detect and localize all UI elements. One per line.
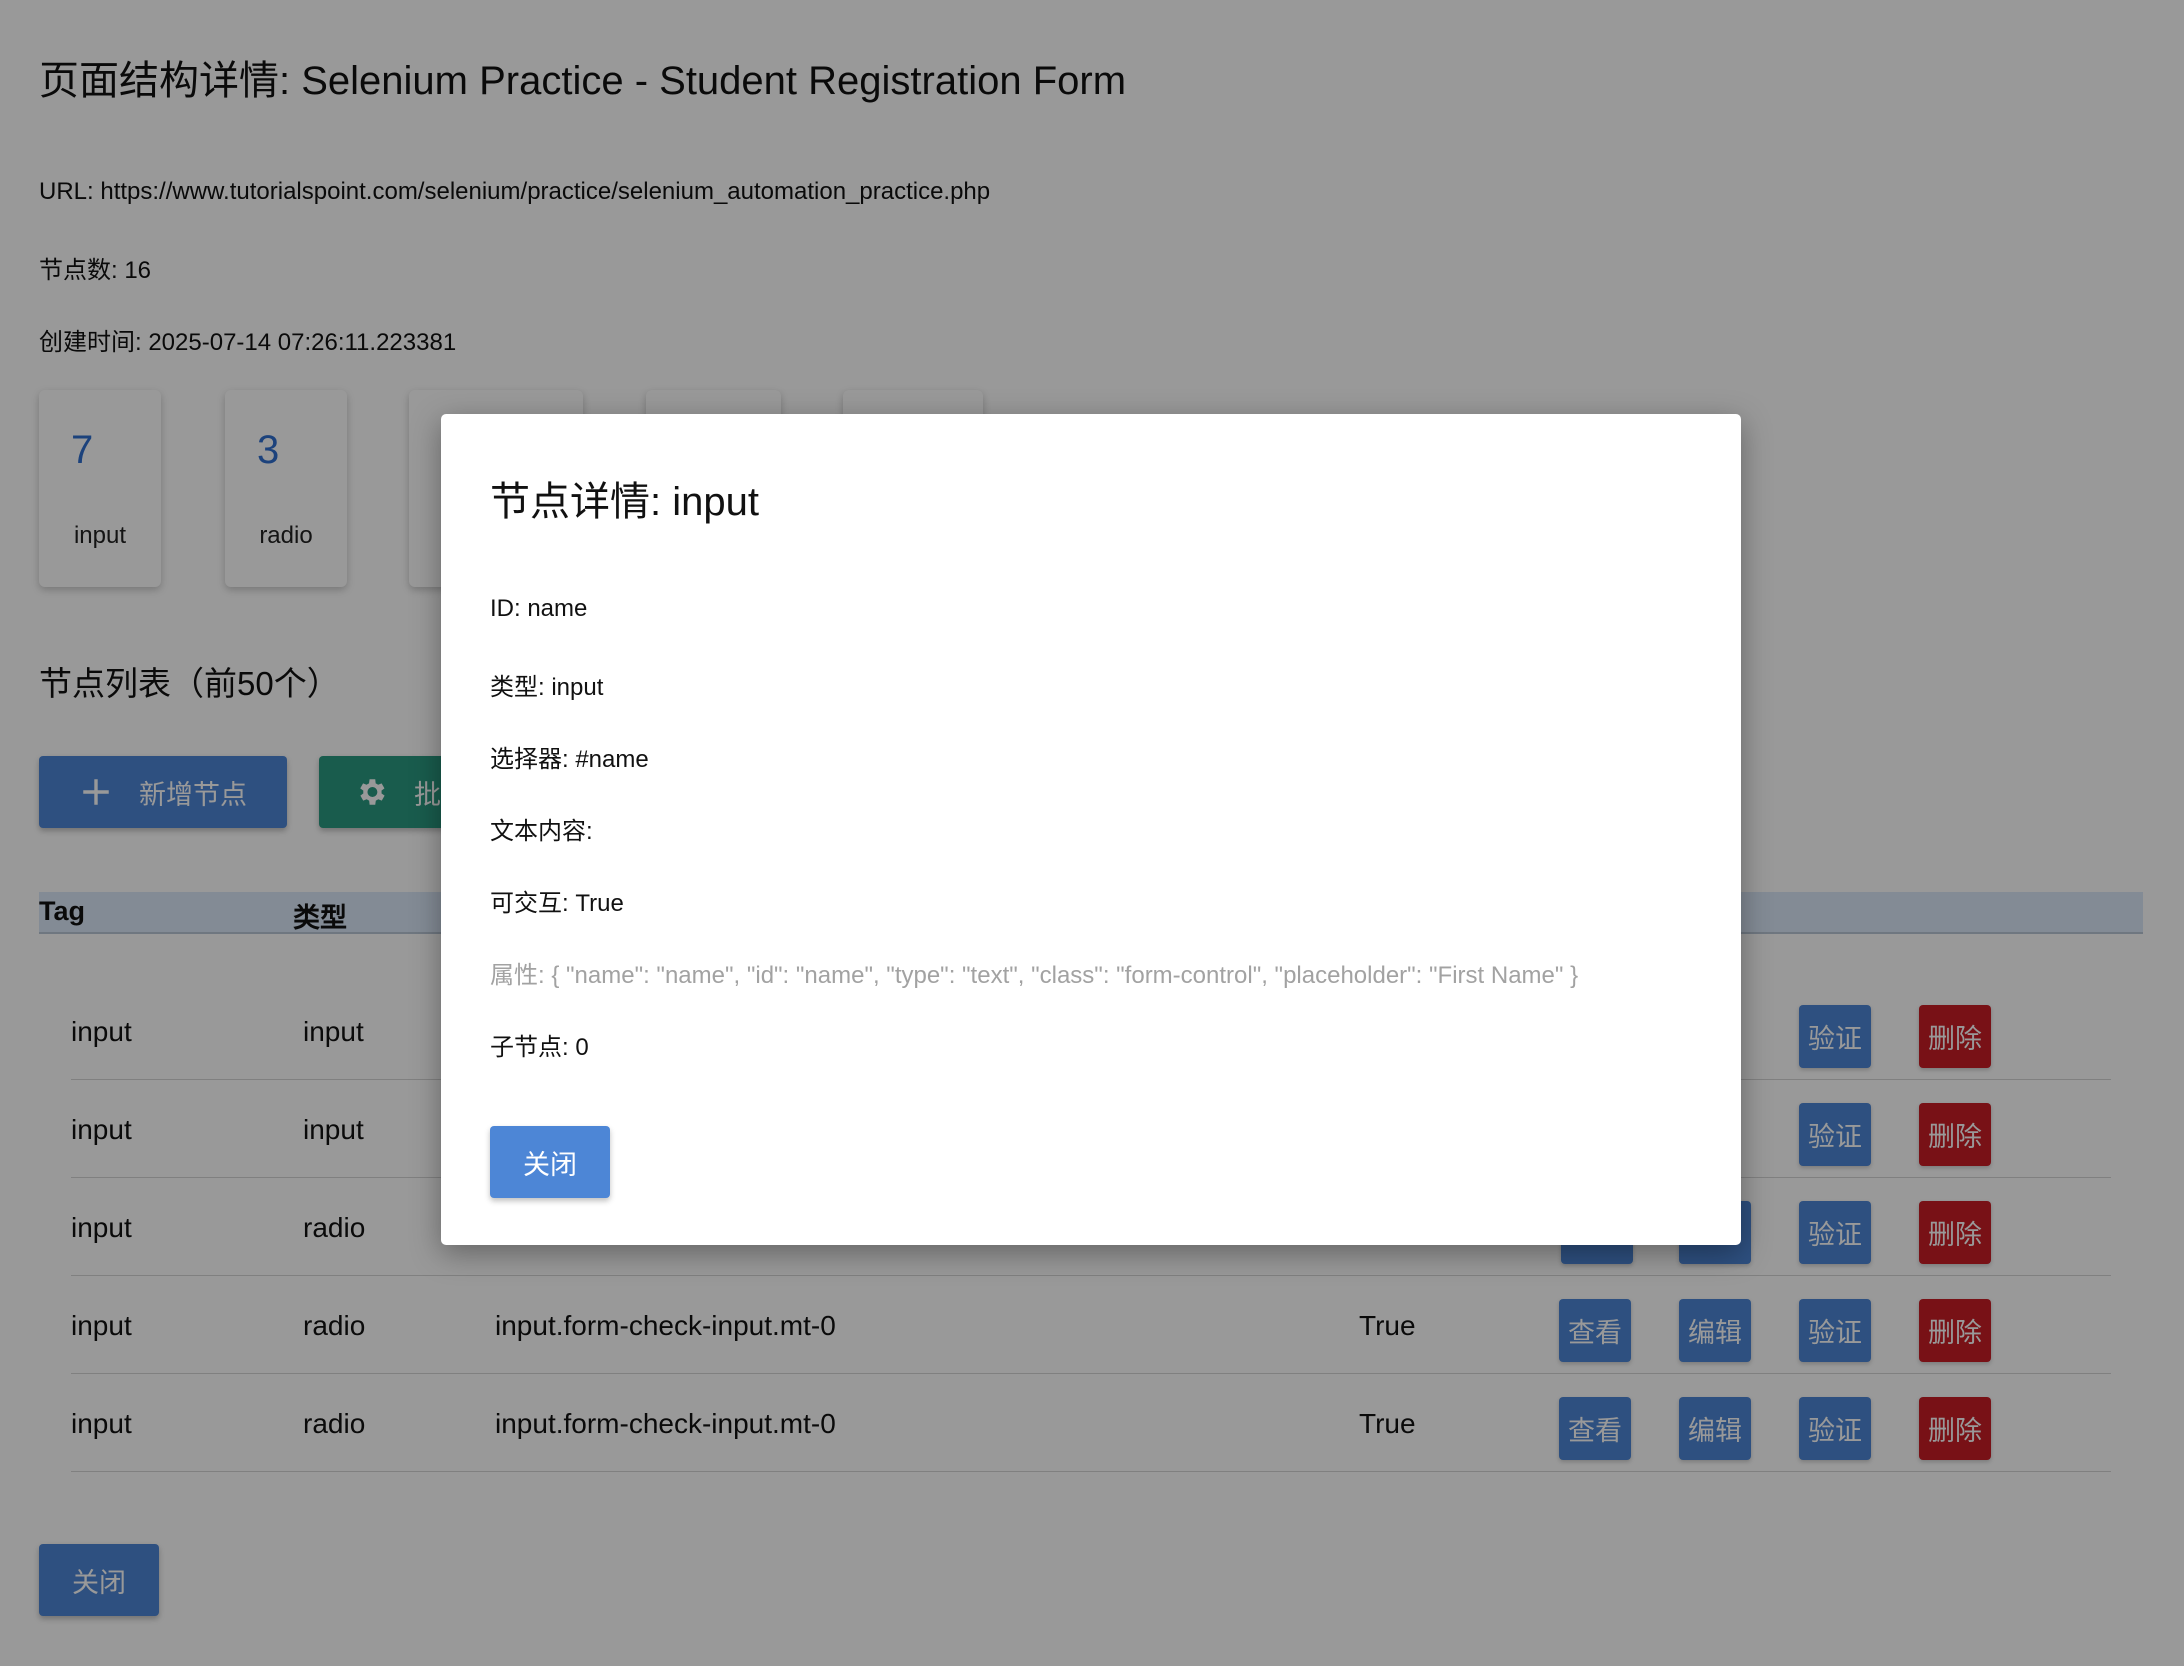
node-text: 文本内容: xyxy=(490,818,593,845)
node-interactive: 可交互: True xyxy=(490,890,624,917)
node-detail-modal: 节点详情: input ID: name 类型: input 选择器: #nam… xyxy=(441,414,1741,1245)
node-attributes: 属性: { "name": "name", "id": "name", "typ… xyxy=(490,962,1579,989)
node-type: 类型: input xyxy=(490,674,604,701)
node-id: ID: name xyxy=(490,595,588,622)
modal-title: 节点详情: input xyxy=(490,480,759,524)
node-selector: 选择器: #name xyxy=(490,746,649,773)
page: 页面结构详情: Selenium Practice - Student Regi… xyxy=(0,0,2184,1666)
modal-close-button[interactable]: 关闭 xyxy=(490,1126,610,1198)
node-children: 子节点: 0 xyxy=(490,1034,589,1061)
